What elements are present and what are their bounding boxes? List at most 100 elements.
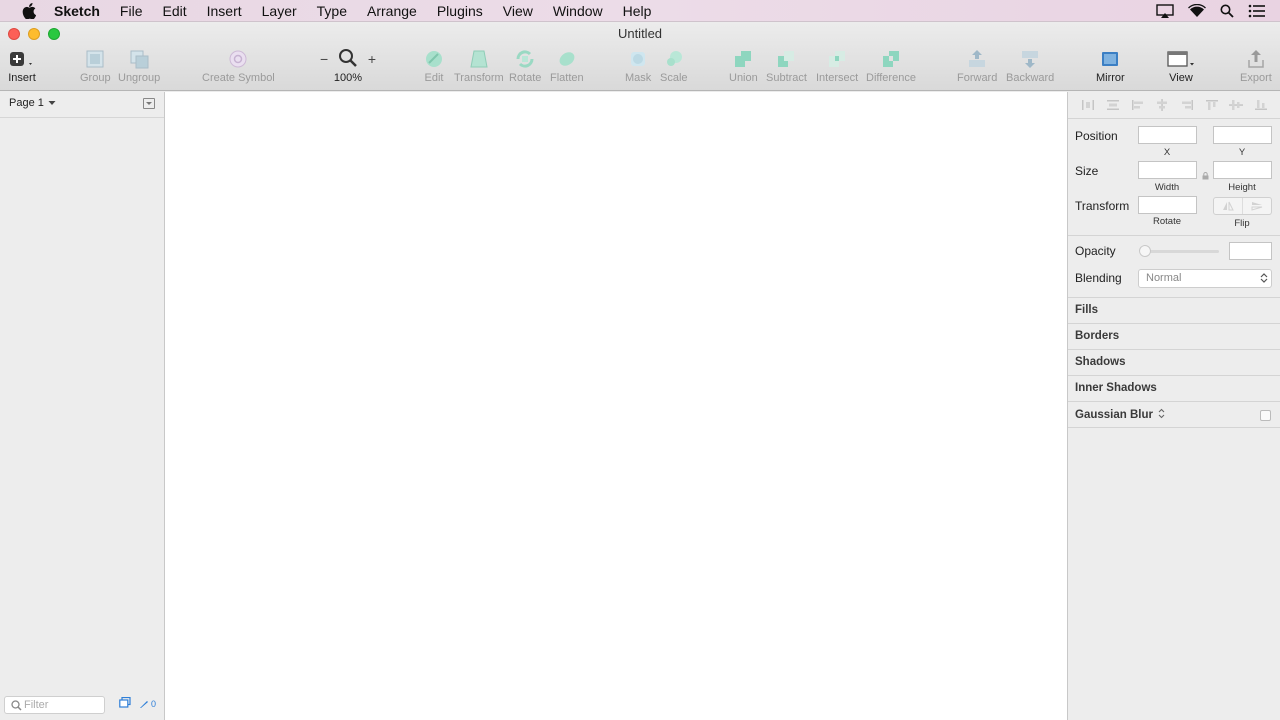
mirror-button[interactable]: Mirror [1096, 48, 1125, 84]
width-field[interactable] [1138, 161, 1197, 179]
zoom-magnifier-icon[interactable] [338, 48, 358, 71]
distribute-horizontal-icon[interactable] [1076, 99, 1101, 111]
spotlight-search-icon[interactable] [1220, 4, 1234, 18]
menu-help[interactable]: Help [613, 0, 662, 22]
inspector-divider [1068, 401, 1280, 402]
difference-button[interactable]: Difference [866, 48, 916, 84]
opacity-slider-knob[interactable] [1139, 245, 1151, 257]
intersect-button[interactable]: Intersect [816, 48, 858, 84]
position-y-field[interactable] [1213, 126, 1272, 144]
transform-button[interactable]: Transform [454, 48, 504, 84]
align-bottom-icon[interactable] [1249, 99, 1274, 111]
gaussian-blur-section[interactable]: Gaussian Blur [1075, 408, 1165, 422]
union-icon [732, 48, 754, 70]
mask-label: Mask [625, 72, 652, 84]
apple-menu-icon[interactable] [20, 2, 38, 19]
slice-count: 0 [150, 698, 156, 709]
symbol-icon [227, 48, 249, 70]
position-x-field[interactable] [1138, 126, 1197, 144]
flip-label: Flip [1234, 218, 1250, 229]
blending-select[interactable]: Normal [1138, 269, 1272, 288]
layer-filter-input[interactable]: Filter [4, 696, 105, 714]
wifi-icon[interactable] [1188, 3, 1206, 18]
zoom-in-button[interactable]: + [368, 51, 376, 67]
rotate-button[interactable]: Rotate [509, 48, 541, 84]
slices-filter[interactable]: 0 [139, 699, 156, 709]
gaussian-blur-label: Gaussian Blur [1075, 409, 1153, 421]
page-selector[interactable]: Page 1 [9, 97, 56, 109]
backward-label: Backward [1006, 72, 1055, 84]
scale-button[interactable]: Scale [660, 48, 688, 84]
difference-label: Difference [866, 72, 916, 84]
blending-label: Blending [1075, 271, 1122, 285]
menu-window[interactable]: Window [543, 0, 613, 22]
forward-button[interactable]: Forward [957, 48, 997, 84]
filter-search-icon [11, 700, 22, 714]
shadows-section[interactable]: Shadows [1075, 356, 1125, 368]
symbols-filter-icon[interactable] [119, 696, 131, 710]
backward-button[interactable]: Backward [1006, 48, 1054, 84]
intersect-label: Intersect [816, 72, 859, 84]
menu-layer[interactable]: Layer [252, 0, 307, 22]
y-label: Y [1238, 147, 1246, 158]
group-button[interactable]: Group [80, 48, 111, 84]
height-field[interactable] [1213, 161, 1272, 179]
size-label: Size [1075, 164, 1099, 178]
menu-arrange[interactable]: Arrange [357, 0, 427, 22]
gaussian-blur-checkbox[interactable] [1260, 410, 1271, 421]
airplay-icon[interactable] [1156, 3, 1174, 18]
inspector-panel: Position X Y Size Width Height Transform… [1067, 92, 1280, 720]
opacity-field[interactable] [1229, 242, 1272, 260]
view-button[interactable]: View [1166, 48, 1196, 84]
flip-vertical-icon[interactable] [1242, 198, 1271, 214]
toggle-pages-icon[interactable] [143, 98, 155, 109]
ungroup-icon [128, 48, 150, 70]
subtract-label: Subtract [766, 72, 807, 84]
menu-plugins[interactable]: Plugins [427, 0, 493, 22]
align-left-icon[interactable] [1125, 99, 1150, 111]
rotate-field[interactable] [1138, 196, 1197, 214]
menu-view[interactable]: View [493, 0, 543, 22]
inspector-divider [1068, 323, 1280, 324]
inner-shadows-section[interactable]: Inner Shadows [1075, 382, 1157, 394]
borders-section[interactable]: Borders [1075, 330, 1119, 342]
rotate-icon [514, 48, 536, 70]
window-toolbar: Untitled Insert Group Ungroup Create Sym… [0, 22, 1280, 91]
create-symbol-button[interactable]: Create Symbol [202, 48, 275, 84]
ungroup-button[interactable]: Ungroup [118, 48, 160, 84]
zoom-level: 100% [333, 72, 363, 84]
align-center-horizontal-icon[interactable] [1150, 99, 1175, 111]
pages-divider [0, 117, 164, 118]
mirror-icon [1099, 48, 1121, 70]
opacity-slider-track[interactable] [1142, 250, 1219, 253]
union-button[interactable]: Union [729, 48, 758, 84]
notification-list-icon[interactable] [1248, 4, 1266, 18]
flip-horizontal-icon[interactable] [1214, 198, 1242, 214]
blur-type-chevron-icon[interactable] [1158, 408, 1165, 422]
flatten-button[interactable]: Flatten [550, 48, 584, 84]
subtract-button[interactable]: Subtract [766, 48, 807, 84]
bring-forward-icon [966, 48, 988, 70]
fills-section[interactable]: Fills [1075, 304, 1098, 316]
mask-button[interactable]: Mask [625, 48, 651, 84]
window-title: Untitled [617, 26, 663, 41]
export-label: Export [1240, 72, 1272, 84]
group-label: Group [80, 72, 111, 84]
position-label: Position [1075, 129, 1118, 143]
align-middle-vertical-icon[interactable] [1224, 99, 1249, 111]
design-canvas[interactable] [165, 92, 1067, 720]
lock-proportions-icon[interactable] [1202, 169, 1209, 183]
menu-insert[interactable]: Insert [197, 0, 252, 22]
menu-edit[interactable]: Edit [152, 0, 196, 22]
menu-file[interactable]: File [110, 0, 153, 22]
align-top-icon[interactable] [1199, 99, 1224, 111]
export-button[interactable]: Export [1240, 48, 1272, 84]
distribute-vertical-icon[interactable] [1101, 99, 1126, 111]
insert-button[interactable]: Insert [8, 48, 36, 84]
app-menu[interactable]: Sketch [54, 0, 110, 22]
zoom-out-button[interactable]: − [320, 51, 328, 67]
edit-button[interactable]: Edit [423, 48, 445, 84]
menu-type[interactable]: Type [307, 0, 357, 22]
inspector-divider [1068, 118, 1280, 119]
align-right-icon[interactable] [1175, 99, 1200, 111]
